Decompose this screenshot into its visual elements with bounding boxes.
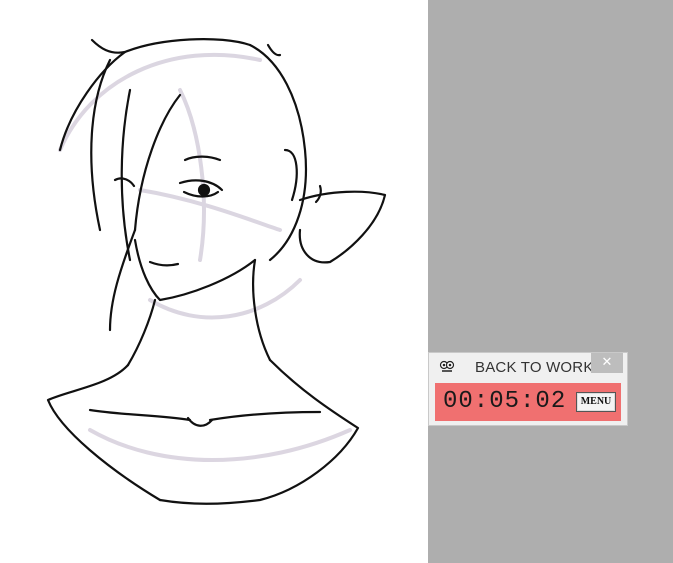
sketch-illustration <box>46 38 387 505</box>
drawing-canvas <box>0 0 428 563</box>
menu-button[interactable]: MENU <box>576 392 616 412</box>
timer-widget[interactable]: BACK TO WORK ✕ 00:05:02 MENU <box>428 352 628 426</box>
timer-body: 00:05:02 MENU <box>435 383 621 421</box>
background-panel <box>428 0 673 563</box>
timer-title: BACK TO WORK <box>475 359 594 376</box>
owl-icon <box>439 359 455 373</box>
timer-display: 00:05:02 <box>443 388 567 415</box>
close-button[interactable]: ✕ <box>591 353 623 373</box>
timer-titlebar[interactable]: BACK TO WORK ✕ <box>429 353 627 381</box>
